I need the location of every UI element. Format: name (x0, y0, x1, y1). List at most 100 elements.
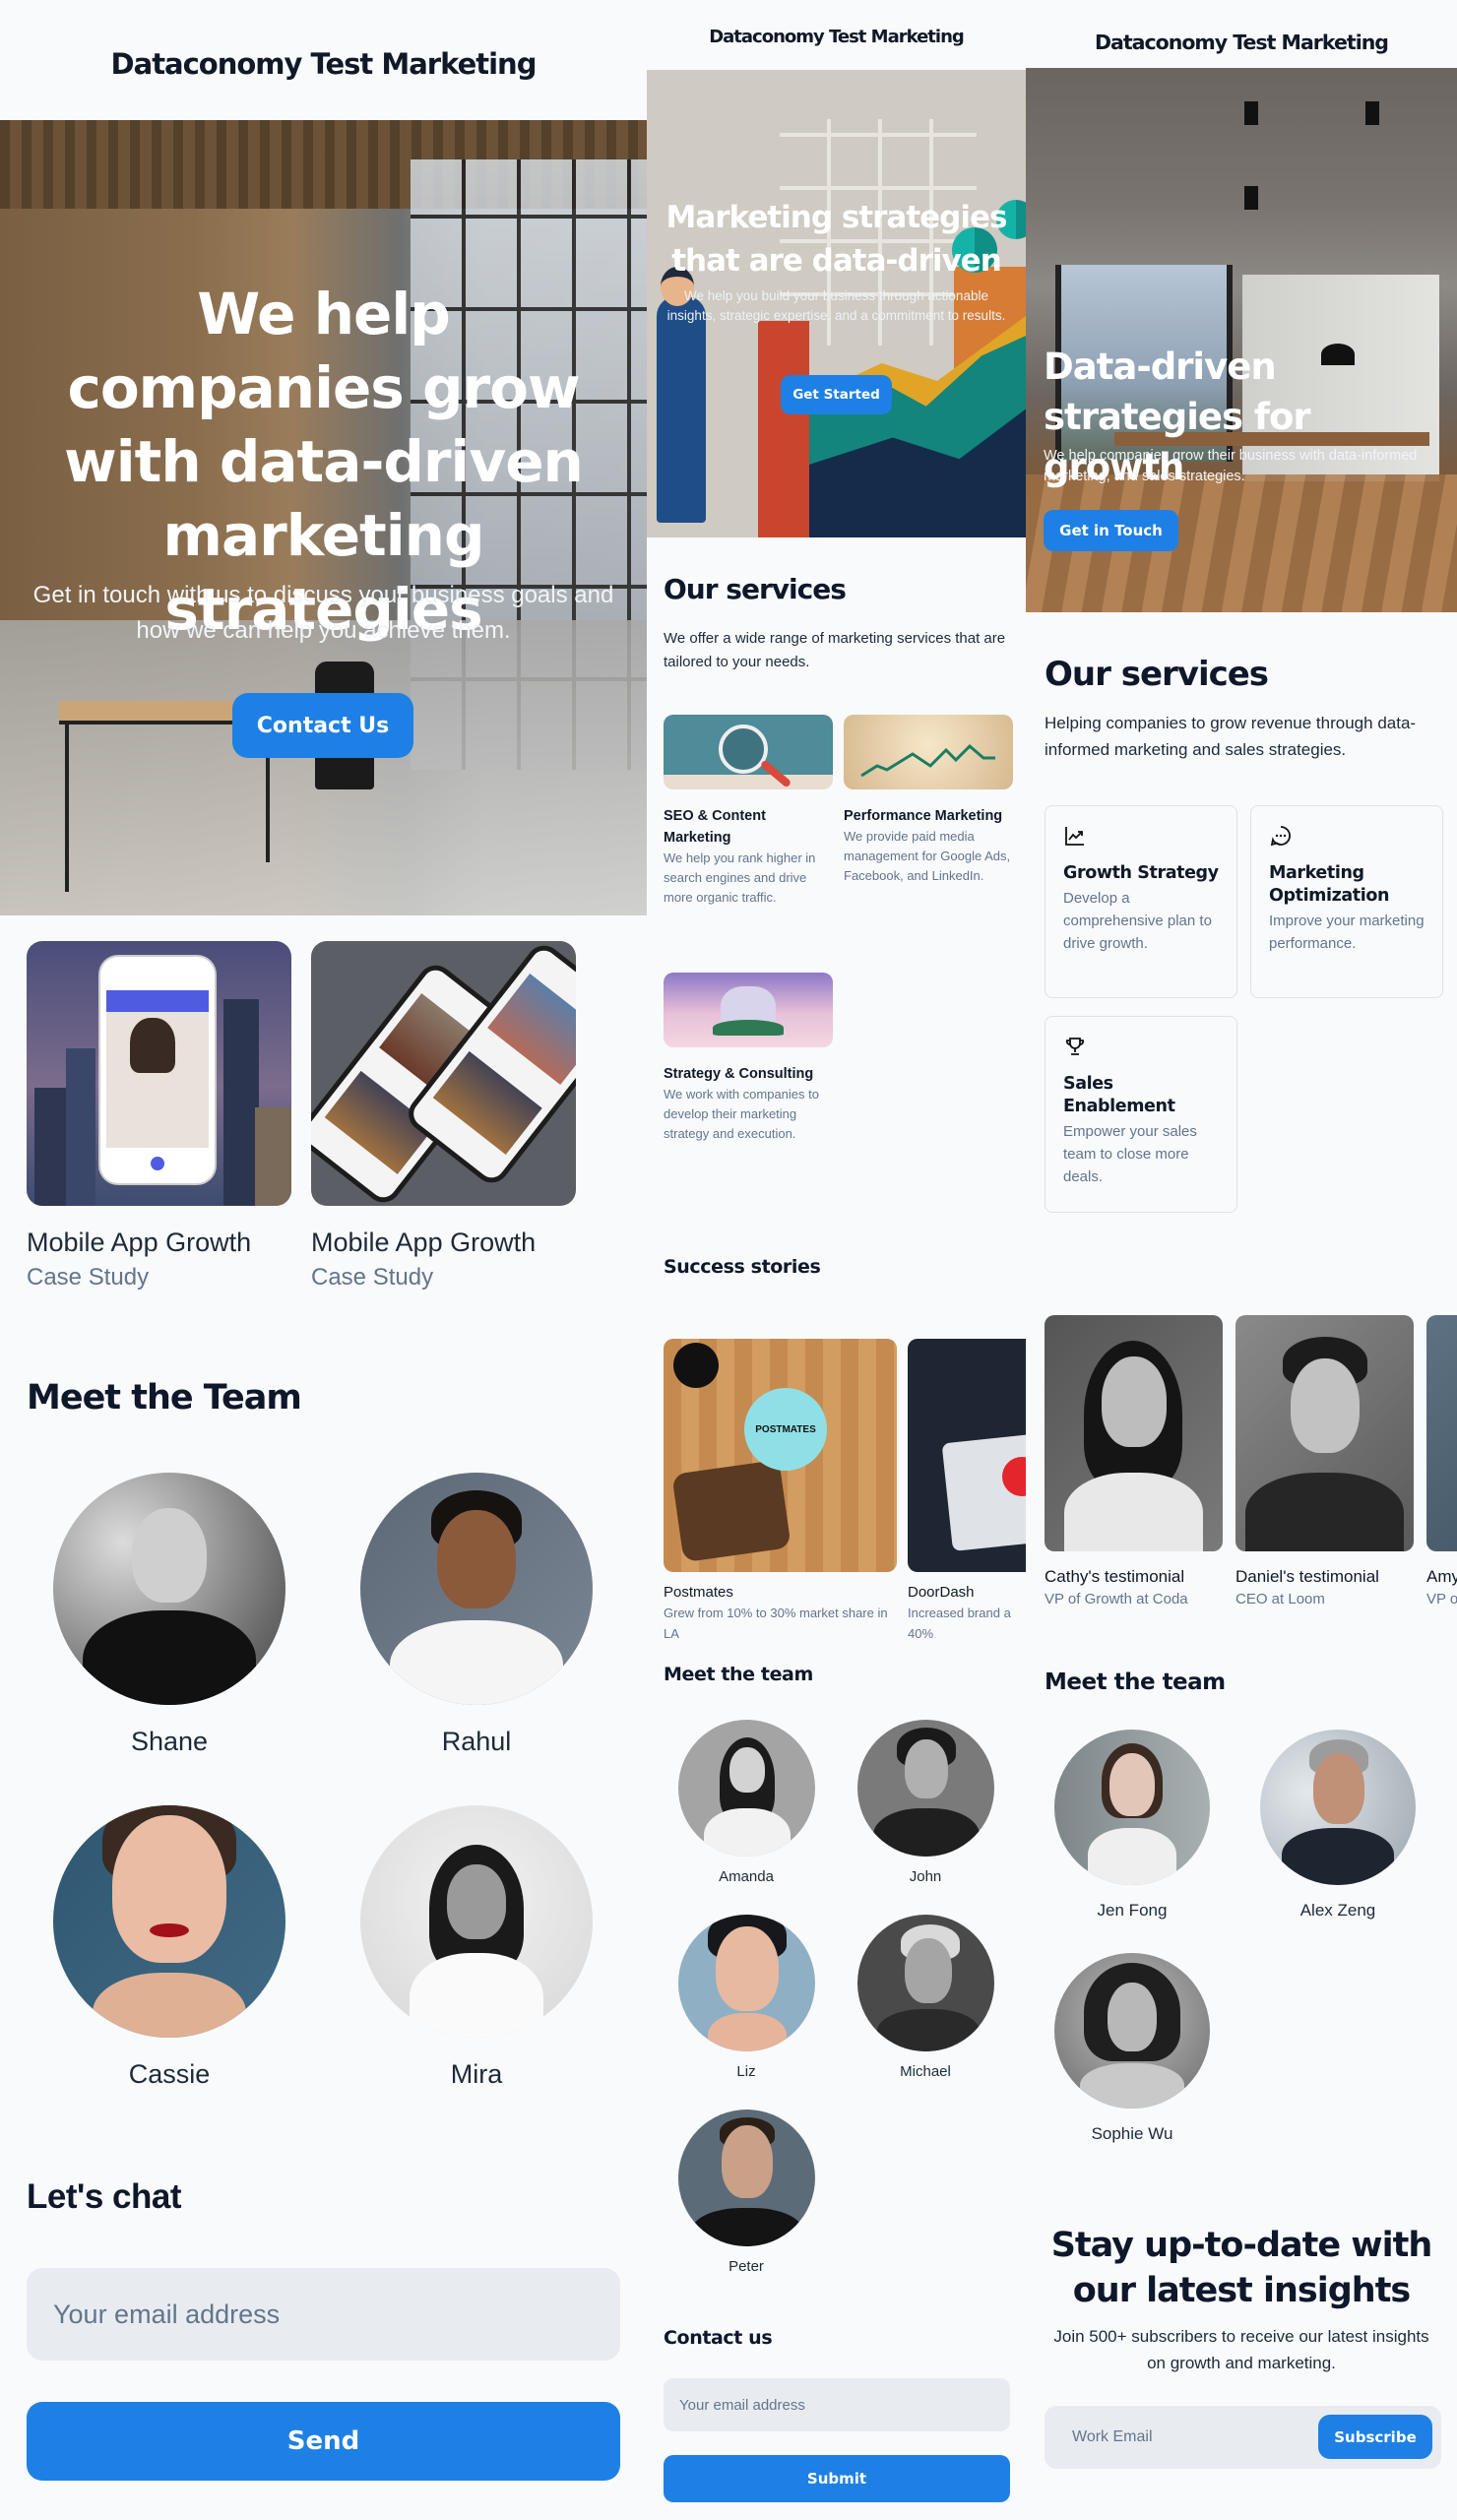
case-study-image (27, 941, 291, 1206)
team-member[interactable]: Jen Fong (1048, 1730, 1216, 1921)
avatar-body (1245, 1473, 1404, 1551)
site-title[interactable]: Dataconomy Test Marketing (647, 27, 1026, 47)
hero-headline: Marketing strategies that are data-drive… (665, 200, 1008, 279)
avatar (856, 1915, 994, 2051)
hero-subtitle: We help you build your business through … (666, 288, 1006, 323)
team-member-name: Jen Fong (1097, 1901, 1168, 1920)
team-member-name: Rahul (441, 1727, 512, 1756)
avatar-face (1108, 1983, 1157, 2051)
team-member[interactable]: Mira (358, 1805, 595, 2090)
get-in-touch-button[interactable]: Get in Touch (1044, 510, 1178, 551)
avatar-lips (150, 1923, 189, 1937)
avatar-body (410, 1953, 543, 2038)
service-card[interactable]: Marketing Optimization Improve your mark… (1250, 805, 1443, 998)
success-story-card[interactable]: DoorDash Increased brand a 40% (908, 1339, 1026, 1644)
magnifier-handle (759, 759, 792, 788)
avatar-face (112, 1815, 226, 1963)
submit-button[interactable]: Submit (664, 2455, 1010, 2502)
service-description: Develop a comprehensive plan to drive gr… (1063, 890, 1212, 952)
service-image (844, 715, 1013, 789)
service-title: Growth Strategy (1063, 863, 1219, 883)
newsletter-form: Work Email Subscribe (1045, 2406, 1441, 2469)
service-card[interactable]: SEO & Content Marketing We help you rank… (664, 715, 833, 908)
avatar-body (876, 2009, 980, 2051)
success-story-card[interactable]: POSTMATES Postmates Grew from 10% to 30%… (664, 1339, 897, 1644)
phone-home-button (151, 1157, 164, 1170)
service-card[interactable]: Strategy & Consulting We work with compa… (664, 973, 833, 1144)
team-member[interactable]: Peter (677, 2110, 815, 2275)
subscribe-button[interactable]: Subscribe (1318, 2415, 1432, 2459)
hero-subtitle: Get in touch with us to discuss your bus… (32, 582, 614, 644)
case-study-subtitle: Case Study (27, 1264, 150, 1291)
case-study-image (311, 941, 576, 1206)
testimonial-card[interactable]: Cathy's testimonial VP of Growth at Coda (1045, 1315, 1223, 1607)
service-title: Sales Enablement (1063, 1074, 1175, 1116)
hero-section: Marketing strategies that are data-drive… (647, 70, 1026, 537)
team-member[interactable]: John (856, 1720, 994, 1885)
avatar-face (728, 1747, 765, 1793)
services-heading: Our services (664, 573, 847, 605)
board-shape (671, 1459, 792, 1563)
landing-variant-middle: Dataconomy Test Marketing Marketing stra… (647, 0, 1026, 2520)
team-member[interactable]: Alex Zeng (1254, 1730, 1422, 1921)
services-intro: We offer a wide range of marketing servi… (664, 630, 1006, 670)
work-email-input[interactable]: Work Email (1072, 2406, 1153, 2469)
team-member[interactable]: Shane (51, 1473, 287, 1757)
testimonial-card[interactable]: Daniel's testimonial CEO at Loom (1235, 1315, 1414, 1607)
team-member-name: Peter (728, 2258, 764, 2275)
testimonial-photo (1045, 1315, 1223, 1551)
testimonial-role: VP o (1426, 1591, 1457, 1607)
team-member-name: Sophie Wu (1091, 2124, 1173, 2143)
avatar (1054, 1730, 1210, 1885)
hero-section: We help companies grow with data-driven … (0, 120, 647, 915)
team-heading: Meet the Team (27, 1378, 302, 1418)
avatar-body (707, 2013, 787, 2051)
get-started-button[interactable]: Get Started (781, 375, 892, 414)
phone-app-bar (106, 990, 209, 1012)
testimonial-role: VP of Growth at Coda (1045, 1591, 1188, 1607)
testimonial-photo (1426, 1315, 1457, 1551)
contact-us-button[interactable]: Contact Us (232, 693, 413, 758)
service-title: Performance Marketing (844, 808, 1003, 824)
line-graph-illustration (860, 743, 995, 778)
team-member[interactable]: Sophie Wu (1048, 1953, 1216, 2144)
site-title[interactable]: Dataconomy Test Marketing (1026, 31, 1457, 54)
avatar-face (1313, 1753, 1364, 1824)
team-member[interactable]: Michael (856, 1915, 994, 2080)
team-member[interactable]: Rahul (358, 1473, 595, 1757)
email-input[interactable]: Your email address (27, 2268, 620, 2361)
newsletter-heading: Stay up-to-date with our latest insights (1050, 2226, 1433, 2310)
hero-section: Data-driven strategies for growth We hel… (1026, 68, 1457, 612)
avatar-body (390, 1620, 563, 1705)
service-card[interactable]: Growth Strategy Develop a comprehensive … (1045, 805, 1237, 998)
avatar-body (1064, 1473, 1203, 1551)
service-description: Improve your marketing performance. (1269, 913, 1425, 952)
service-description: We provide paid media management for Goo… (844, 829, 1011, 883)
avatar (677, 2110, 815, 2246)
team-member-name: Michael (900, 2063, 951, 2080)
email-input[interactable]: Your email address (664, 2378, 1010, 2431)
avatar-body (93, 1973, 246, 2038)
services-intro: Helping companies to grow revenue throug… (1045, 714, 1417, 759)
site-title[interactable]: Dataconomy Test Marketing (0, 47, 647, 81)
send-button[interactable]: Send (27, 2402, 620, 2481)
service-card[interactable]: Performance Marketing We provide paid me… (844, 715, 1013, 886)
cup-shape (673, 1343, 719, 1388)
testimonial-photo (1235, 1315, 1414, 1551)
chat-bubble-icon (1270, 826, 1291, 847)
team-member-name: Alex Zeng (1299, 1901, 1376, 1920)
ceiling-light (1244, 101, 1258, 125)
testimonial-card[interactable]: Amy VP o (1426, 1315, 1457, 1607)
testimonial-role: CEO at Loom (1235, 1591, 1325, 1607)
postmates-logo: POSTMATES (744, 1388, 827, 1471)
avatar-face (721, 2125, 773, 2198)
team-member[interactable]: Amanda (677, 1720, 815, 1885)
team-member[interactable]: Cassie (51, 1805, 287, 2090)
case-study-card[interactable]: Mobile App Growth Case Study (27, 941, 291, 1292)
avatar-face (132, 1508, 207, 1603)
case-study-card[interactable]: Mobile App Growth Case Study (311, 941, 576, 1292)
avatar-body (872, 1808, 980, 1857)
team-member[interactable]: Liz (677, 1915, 815, 2080)
service-card[interactable]: Sales Enablement Empower your sales team… (1045, 1016, 1237, 1213)
avatar-face (904, 1938, 952, 2003)
